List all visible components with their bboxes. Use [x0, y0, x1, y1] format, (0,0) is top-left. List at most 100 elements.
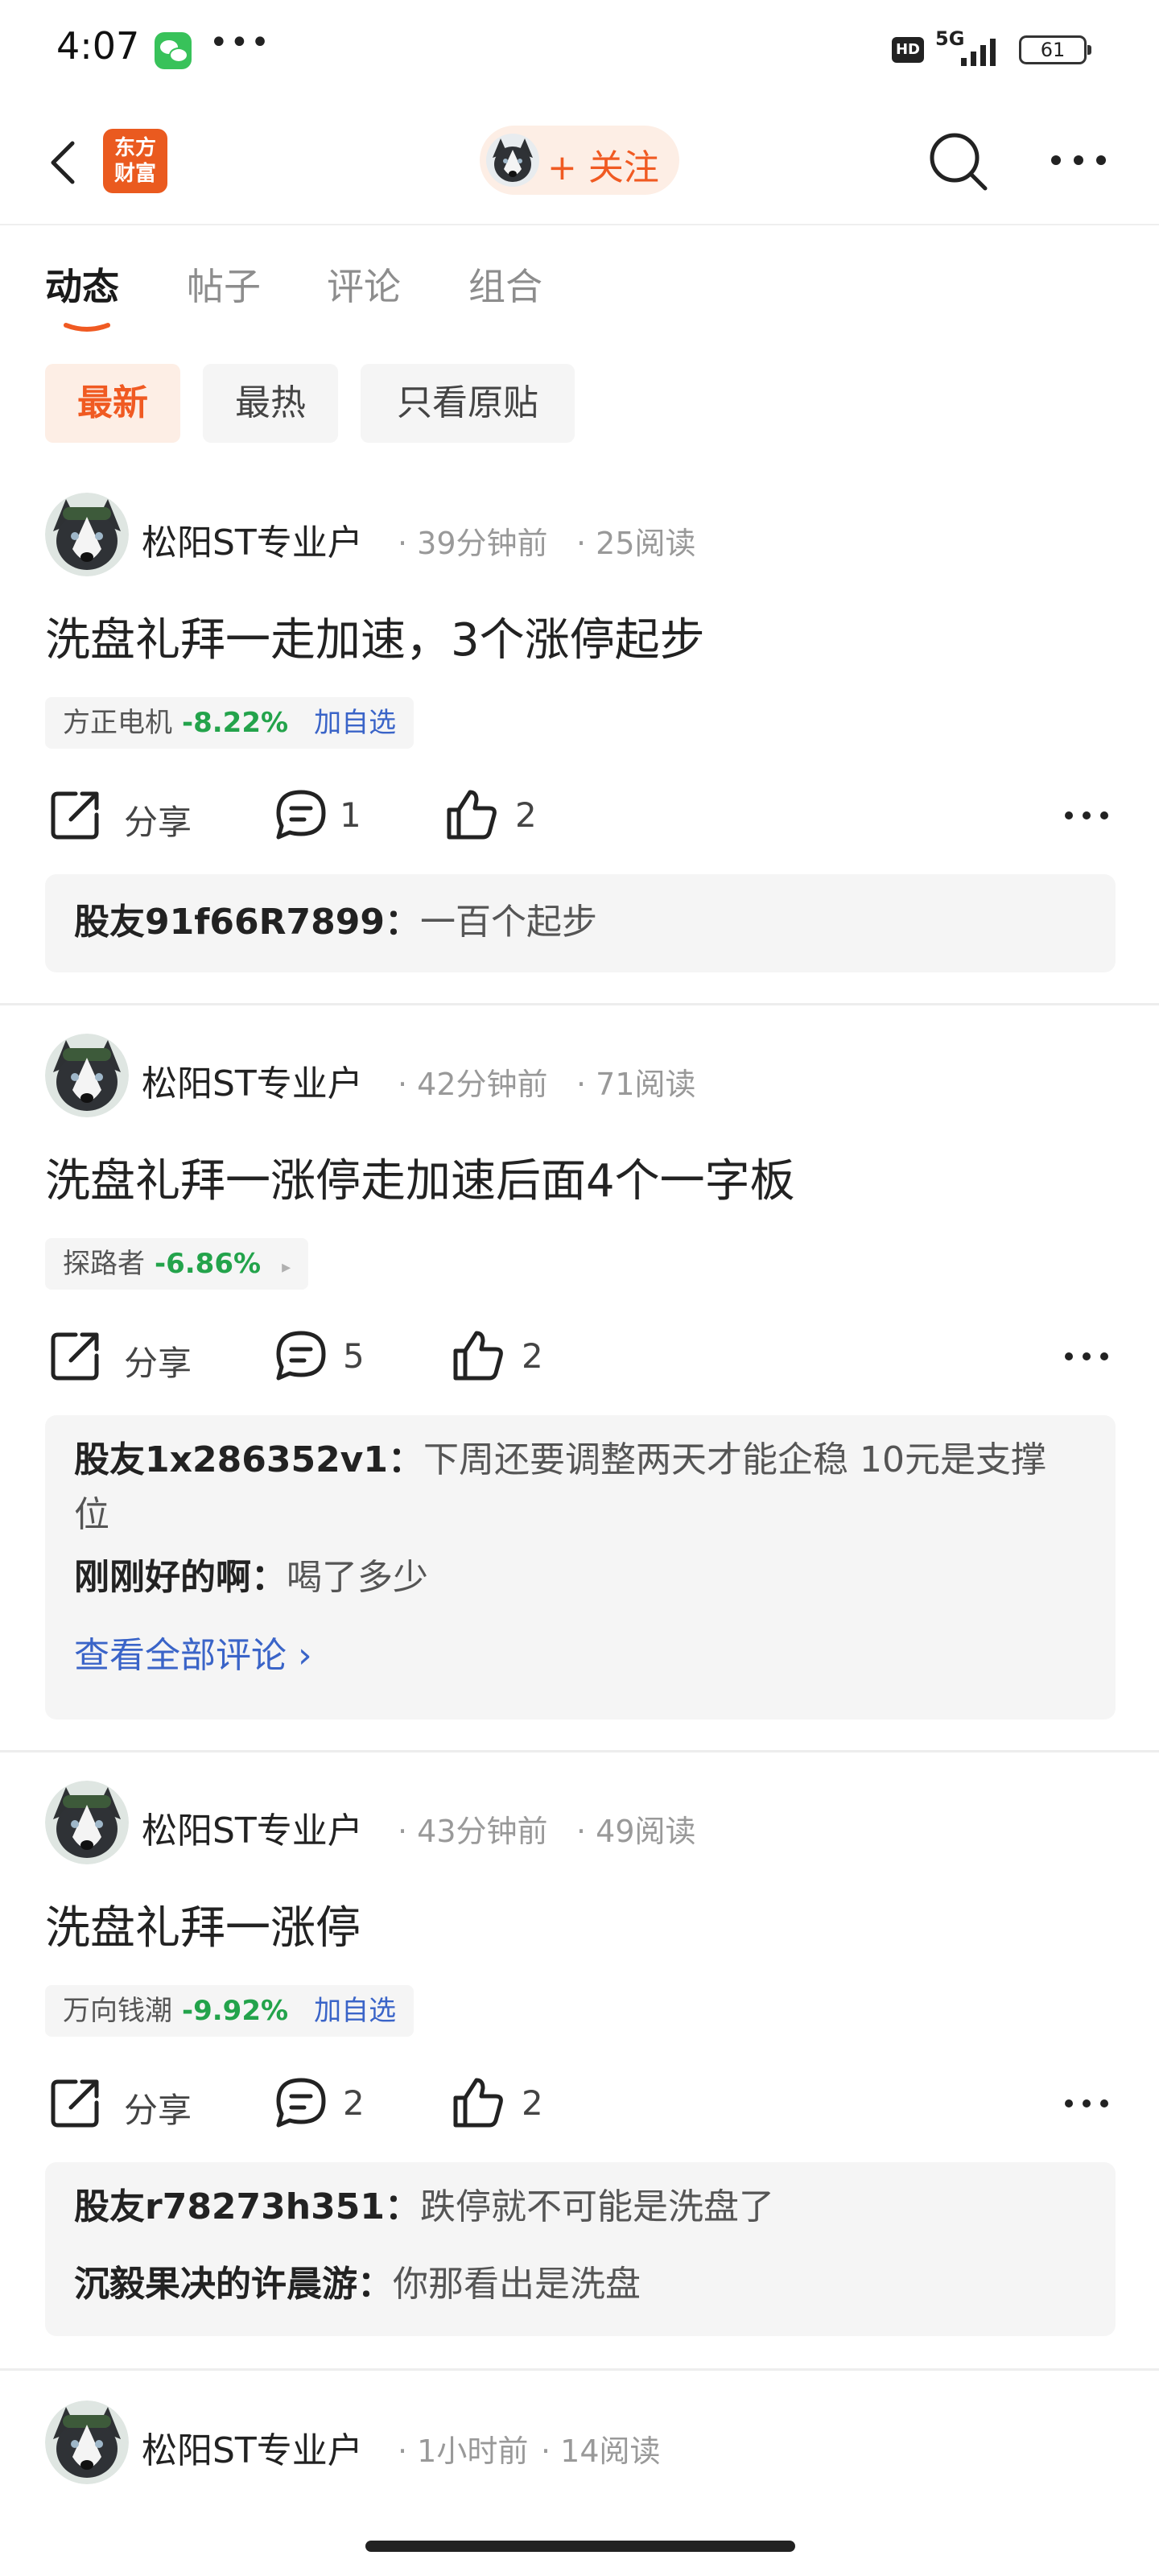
share-button[interactable]: 分享 [48, 1328, 209, 1385]
wechat-icon [155, 32, 192, 69]
comment-user[interactable]: 刚刚好的啊： [74, 1557, 287, 1598]
read-count: · 71阅读 [576, 1067, 696, 1102]
comment-button[interactable]: 1 [274, 787, 370, 844]
comment-item: 股友1x286352v1：下周还要调整两天才能企稳 10元是支撑位 [74, 1433, 1067, 1542]
more-options-icon[interactable] [1062, 1344, 1111, 1368]
stock-tag[interactable]: 万向钱潮 -9.92% 加自选 [45, 1985, 415, 2037]
comment-user[interactable]: 股友r78273h351： [74, 2186, 420, 2227]
avatar[interactable] [45, 1781, 129, 1864]
filter-latest[interactable]: 最新 [45, 364, 180, 443]
comment-user[interactable]: 沉毅果决的许晨游： [74, 2264, 393, 2305]
stock-tag[interactable]: 方正电机 -8.22% 加自选 [45, 697, 415, 749]
comment-count: 1 [340, 795, 361, 835]
stock-change: -9.92% [182, 1995, 289, 2027]
comment-icon [276, 790, 326, 840]
comment-text: 喝了多少 [287, 1557, 428, 1598]
share-label: 分享 [124, 803, 192, 842]
like-count: 2 [515, 795, 537, 835]
expand-arrow-icon: ▸ [282, 1257, 291, 1278]
comment-icon [276, 1331, 326, 1381]
read-count: · 14阅读 [541, 2434, 661, 2469]
comment-preview[interactable]: 股友91f66R7899：一百个起步 [45, 874, 1116, 972]
author-name[interactable]: 松阳ST专业户 [142, 514, 363, 565]
comment-item: 股友r78273h351：跌停就不可能是洗盘了 [74, 2180, 1067, 2235]
post-text[interactable]: 洗盘礼拜一走加速，3个涨停起步 [45, 604, 705, 669]
hd-badge: HD [892, 37, 924, 63]
comment-count: 5 [343, 1336, 365, 1376]
avatar[interactable] [45, 493, 129, 576]
top-nav: 东方 财富 + 关注 [0, 97, 1159, 225]
share-button[interactable]: 分享 [48, 2075, 209, 2132]
tab-comments[interactable]: 评论 [327, 258, 401, 311]
comment-text: 你那看出是洗盘 [393, 2264, 641, 2305]
home-indicator[interactable] [365, 2541, 795, 2552]
comment-text: 一百个起步 [419, 902, 597, 943]
add-watchlist-button[interactable]: 加自选 [314, 1995, 396, 2027]
post-time: · 42分钟前 [398, 1067, 548, 1102]
read-count: · 25阅读 [576, 526, 696, 561]
comment-user[interactable]: 股友1x286352v1： [74, 1439, 423, 1480]
more-options-icon[interactable] [1046, 140, 1111, 180]
avatar[interactable] [45, 2401, 129, 2484]
comment-item: 沉毅果决的许晨游：你那看出是洗盘 [74, 2257, 1067, 2312]
like-button[interactable]: 2 [451, 2075, 555, 2132]
logo-text-line1: 东方 [113, 136, 156, 160]
back-arrow-icon[interactable] [47, 140, 79, 185]
avatar[interactable] [45, 1034, 129, 1117]
share-label: 分享 [124, 1344, 192, 1383]
comment-item: 股友91f66R7899：一百个起步 [74, 895, 1067, 950]
battery-icon: 61 [1019, 35, 1091, 64]
stock-name: 万向钱潮 [63, 1995, 172, 2027]
logo-text-line2: 财富 [113, 162, 156, 186]
thumbs-up-icon [453, 1331, 503, 1381]
share-label: 分享 [124, 2091, 192, 2130]
tab-activity[interactable]: 动态 [45, 258, 119, 311]
comment-count: 2 [343, 2083, 365, 2123]
tab-bar: 动态 帖子 评论 组合 [0, 242, 1159, 332]
read-count: · 49阅读 [576, 1814, 696, 1849]
notification-dots: ••• [209, 24, 271, 61]
more-options-icon[interactable] [1062, 803, 1111, 828]
thumbs-up-icon [447, 790, 497, 840]
like-count: 2 [522, 1336, 543, 1376]
post-text[interactable]: 洗盘礼拜一涨停走加速后面4个一字板 [45, 1145, 795, 1210]
search-icon[interactable] [926, 129, 990, 193]
comment-preview[interactable]: 股友r78273h351：跌停就不可能是洗盘了 沉毅果决的许晨游：你那看出是洗盘 [45, 2162, 1116, 2336]
tab-posts[interactable]: 帖子 [187, 258, 261, 311]
app-logo[interactable]: 东方 财富 [103, 129, 167, 193]
more-options-icon[interactable] [1062, 2091, 1111, 2116]
author-name[interactable]: 松阳ST专业户 [142, 1055, 363, 1106]
follow-button[interactable]: + 关注 [480, 126, 679, 195]
tab-portfolio[interactable]: 组合 [468, 258, 542, 311]
comment-item: 刚刚好的啊：喝了多少 [74, 1550, 1067, 1605]
share-button[interactable]: 分享 [48, 787, 209, 844]
comment-button[interactable]: 2 [274, 2075, 370, 2132]
share-icon [51, 791, 99, 840]
filter-hottest[interactable]: 最热 [203, 364, 338, 443]
post-time: · 39分钟前 [398, 526, 548, 561]
author-name[interactable]: 松阳ST专业户 [142, 2421, 363, 2473]
filter-original-only[interactable]: 只看原贴 [361, 364, 575, 443]
stock-tag[interactable]: 探路者 -6.86% ▸ [45, 1238, 309, 1290]
view-all-comments-link[interactable]: 查看全部评论 › [74, 1626, 312, 1678]
stock-change: -6.86% [155, 1248, 262, 1280]
thumbs-up-icon [453, 2078, 503, 2128]
post-divider [0, 2368, 1159, 2371]
stock-name: 方正电机 [63, 707, 172, 739]
share-icon [51, 2079, 99, 2128]
post-time: · 1小时前 [398, 2434, 529, 2469]
comment-text: 跌停就不可能是洗盘了 [419, 2186, 774, 2227]
signal-icon [961, 39, 996, 66]
comment-button[interactable]: 5 [274, 1328, 370, 1385]
share-icon [51, 1332, 99, 1381]
comment-preview[interactable]: 股友1x286352v1：下周还要调整两天才能企稳 10元是支撑位 刚刚好的啊：… [45, 1415, 1116, 1719]
comment-user[interactable]: 股友91f66R7899： [74, 902, 420, 943]
stock-change: -8.22% [182, 707, 289, 739]
like-button[interactable]: 2 [451, 1328, 555, 1385]
avatar [486, 134, 539, 187]
like-button[interactable]: 2 [444, 787, 549, 844]
author-name[interactable]: 松阳ST专业户 [142, 1802, 363, 1853]
add-watchlist-button[interactable]: 加自选 [314, 707, 396, 739]
post-text[interactable]: 洗盘礼拜一涨停 [45, 1892, 361, 1957]
like-count: 2 [522, 2083, 543, 2123]
